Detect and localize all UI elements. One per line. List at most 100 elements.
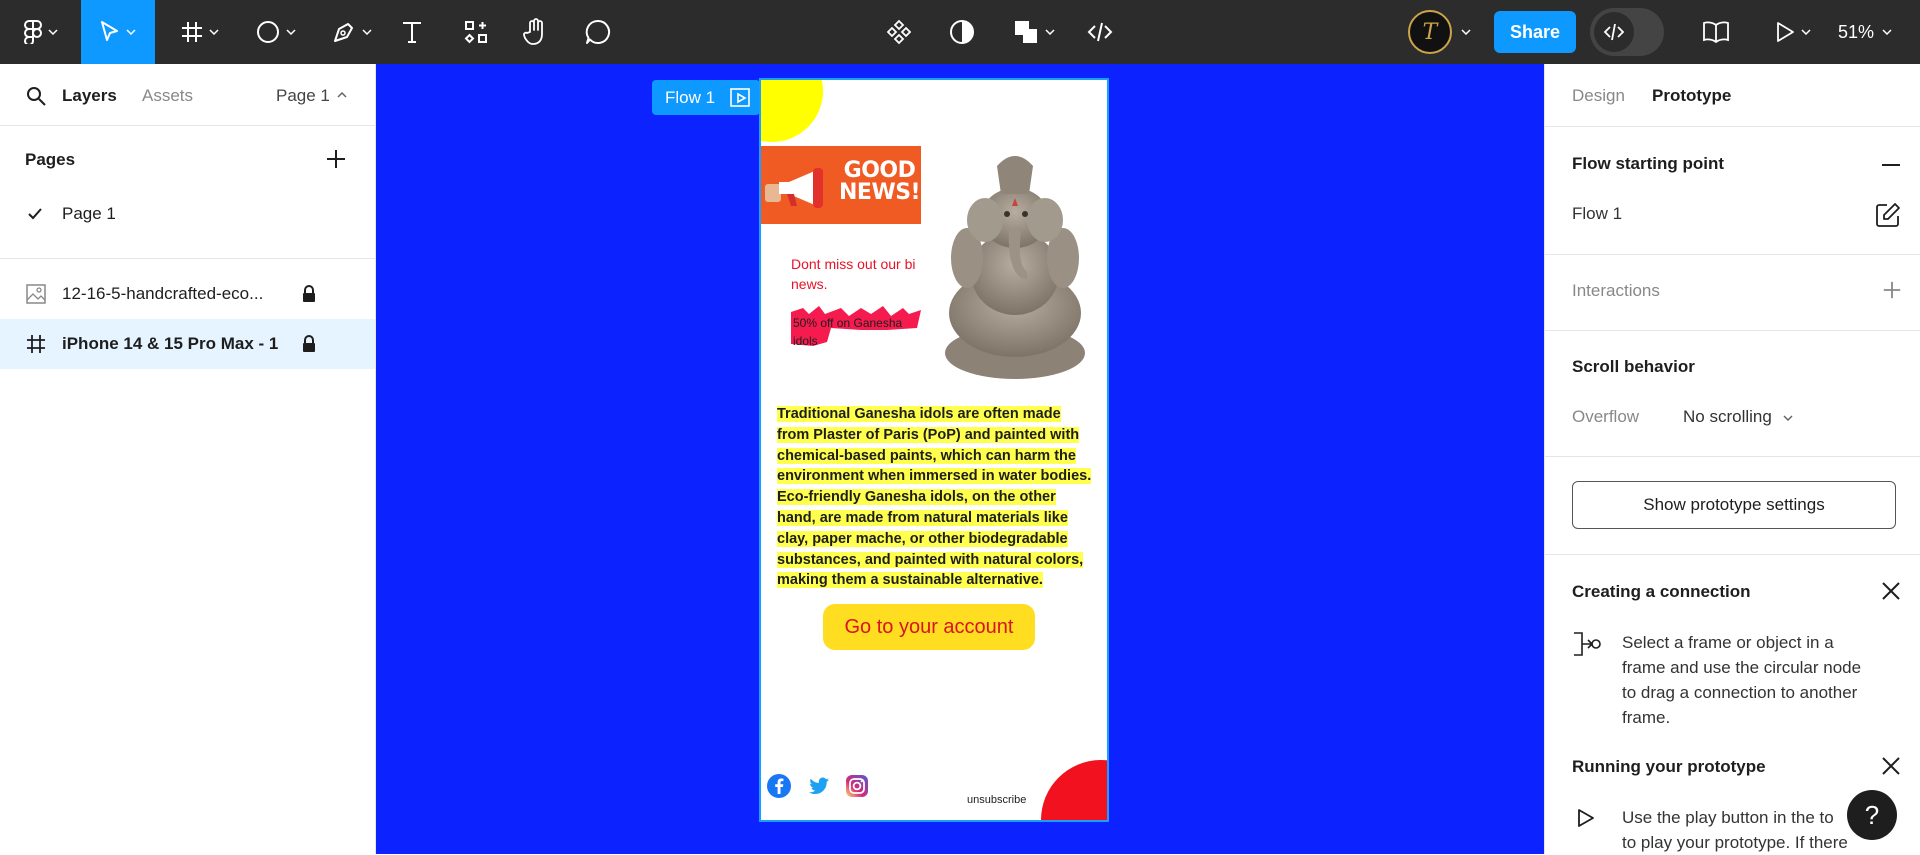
flow-starting-tag[interactable]: Flow 1	[652, 80, 760, 115]
dev-code-button[interactable]	[1084, 0, 1116, 64]
user-avatar[interactable]: T	[1408, 10, 1452, 54]
close-icon[interactable]	[1882, 582, 1900, 600]
chevron-down-icon	[362, 29, 372, 35]
avatar-menu-button[interactable]	[1456, 0, 1476, 64]
zoom-control[interactable]: 51%	[1838, 0, 1892, 64]
panel-divider	[0, 258, 375, 259]
chevron-down-icon	[286, 29, 296, 35]
chevron-down-icon	[1461, 29, 1471, 35]
chevron-up-icon[interactable]	[337, 92, 347, 98]
share-button[interactable]: Share	[1494, 11, 1576, 53]
main-menu-button[interactable]	[18, 0, 64, 64]
promo-headline: Dont miss out our bi news.	[791, 256, 916, 292]
iphone-frame[interactable]: GOOD NEWS! Dont miss out our bi news. 50…	[759, 78, 1109, 822]
create-component-button[interactable]	[883, 0, 915, 64]
overflow-value: No scrolling	[1683, 407, 1772, 426]
comment-tool-button[interactable]	[582, 0, 614, 64]
page-item-page-1[interactable]: Page 1	[0, 194, 375, 234]
frame-tool-button[interactable]	[172, 0, 228, 64]
comment-icon	[585, 19, 611, 44]
running-prototype-heading: Running your prototype	[1572, 757, 1766, 776]
creating-connection-heading: Creating a connection	[1572, 582, 1751, 601]
good-news-banner: GOOD NEWS!	[761, 146, 921, 224]
mask-button[interactable]	[946, 0, 978, 64]
panel-divider	[1545, 254, 1920, 255]
code-icon	[1603, 23, 1625, 41]
lock-icon[interactable]	[302, 335, 316, 353]
panel-divider	[1545, 554, 1920, 555]
tab-design[interactable]: Design	[1572, 86, 1625, 106]
present-button[interactable]	[1768, 0, 1818, 64]
move-tool-button[interactable]	[81, 0, 155, 64]
decor-yellow-circle	[761, 80, 823, 142]
frame-hash-icon	[27, 335, 45, 353]
connection-icon	[1574, 632, 1601, 656]
chevron-down-icon	[1783, 414, 1793, 421]
instagram-icon[interactable]	[845, 774, 869, 798]
resources-tool-button[interactable]	[460, 0, 492, 64]
layer-item-frame[interactable]: iPhone 14 & 15 Pro Max - 1	[0, 319, 375, 369]
layer-name: iPhone 14 & 15 Pro Max - 1	[62, 334, 279, 353]
pen-tool-button[interactable]	[324, 0, 380, 64]
shape-tool-button[interactable]	[248, 0, 304, 64]
dev-mode-toggle[interactable]	[1590, 8, 1664, 56]
component-diamond-icon	[886, 19, 912, 45]
go-to-account-button[interactable]: Go to your account	[823, 604, 1035, 650]
panel-divider	[1545, 456, 1920, 457]
chevron-down-icon	[1045, 29, 1055, 35]
twitter-icon[interactable]	[807, 774, 831, 798]
left-panel: Layers Assets Page 1 Pages Page 1 12-16-…	[0, 64, 376, 854]
facebook-icon[interactable]	[767, 774, 791, 798]
pages-heading: Pages	[25, 150, 76, 169]
lock-icon[interactable]	[302, 285, 316, 303]
search-icon[interactable]	[26, 86, 46, 106]
add-interaction-icon[interactable]	[1882, 280, 1902, 300]
decor-red-circle	[1041, 760, 1107, 820]
edit-icon[interactable]	[1875, 202, 1901, 228]
text-tool-button[interactable]	[396, 0, 428, 64]
tab-prototype[interactable]: Prototype	[1652, 86, 1731, 106]
flow-name[interactable]: Flow 1	[1572, 204, 1622, 224]
boolean-groups-button[interactable]	[1010, 0, 1058, 64]
dev-mode-knob	[1594, 12, 1634, 52]
flow-starting-point-heading: Flow starting point	[1572, 154, 1725, 173]
overflow-select[interactable]: No scrolling	[1683, 407, 1793, 427]
add-page-icon[interactable]	[325, 148, 347, 170]
sale-text: 50% off on Ganesha idols	[793, 316, 903, 348]
checkmark-icon	[28, 208, 42, 220]
design-canvas[interactable]: Flow 1 GOOD NEWS! Dont miss out our bi n…	[376, 64, 1544, 854]
library-button[interactable]	[1700, 0, 1732, 64]
pen-icon	[334, 23, 353, 42]
top-toolbar: T Share 51%	[0, 0, 1920, 64]
unsubscribe-link[interactable]: unsubscribe	[967, 794, 1026, 806]
megaphone-icon	[765, 168, 823, 208]
tab-assets[interactable]: Assets	[142, 86, 193, 106]
page-item-label: Page 1	[62, 204, 116, 223]
layer-item-image[interactable]: 12-16-5-handcrafted-eco...	[0, 269, 375, 319]
chevron-down-icon	[1801, 29, 1811, 35]
show-prototype-settings-button[interactable]: Show prototype settings	[1572, 481, 1896, 529]
scroll-behavior-heading: Scroll behavior	[1572, 357, 1695, 376]
boolean-union-icon	[1015, 21, 1037, 43]
tab-layers[interactable]: Layers	[62, 86, 117, 106]
overflow-label: Overflow	[1572, 407, 1640, 426]
minus-icon[interactable]	[1882, 164, 1900, 166]
chevron-down-icon	[209, 29, 219, 35]
close-icon[interactable]	[1882, 757, 1900, 775]
play-frame-icon[interactable]	[730, 88, 752, 108]
image-icon	[26, 284, 46, 304]
chevron-down-icon	[126, 29, 136, 35]
help-button[interactable]: ?	[1847, 790, 1897, 840]
components-icon	[464, 21, 487, 44]
page-selector[interactable]: Page 1	[276, 86, 330, 106]
code-icon	[1087, 22, 1113, 42]
text-icon	[403, 22, 421, 43]
sale-badge: 50% off on Ganesha idols	[791, 306, 921, 348]
flow-tag-label: Flow 1	[665, 87, 716, 107]
left-panel-tabs: Layers Assets Page 1	[0, 64, 375, 126]
chevron-down-icon	[1882, 29, 1892, 35]
panel-divider	[1545, 126, 1920, 127]
hand-tool-button[interactable]	[520, 0, 552, 64]
promo-body-text: Traditional Ganesha idols are often made…	[777, 406, 1092, 589]
hand-icon	[523, 18, 543, 45]
